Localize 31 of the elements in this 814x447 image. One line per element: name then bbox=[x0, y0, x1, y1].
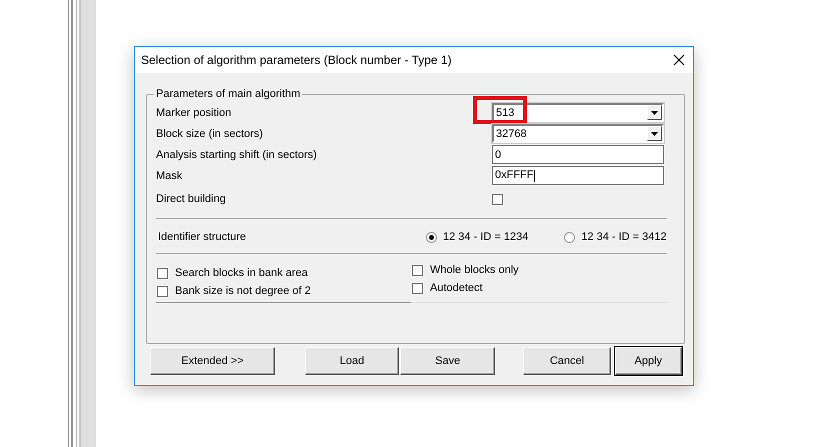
dialog-button[interactable]: Cancel bbox=[523, 347, 611, 375]
radio-label: 12 34 - ID = 3412 bbox=[581, 231, 667, 243]
checkbox-label: Whole blocks only bbox=[430, 264, 519, 276]
dropdown[interactable]: 32768 bbox=[492, 124, 664, 143]
dialog-button[interactable]: Extended >> bbox=[150, 347, 275, 375]
close-icon[interactable] bbox=[673, 54, 685, 66]
checkbox-label: Autodetect bbox=[430, 282, 483, 294]
dialog-button[interactable]: Save bbox=[400, 347, 496, 375]
checkbox[interactable] bbox=[412, 264, 423, 276]
field-label: Direct building bbox=[156, 193, 227, 205]
field-label: Identifier structure bbox=[158, 231, 248, 243]
group-title: Parameters of main algorithm bbox=[155, 88, 302, 100]
radio-label: 12 34 - ID = 1234 bbox=[443, 231, 528, 243]
input-field[interactable]: 0xFFFF bbox=[492, 166, 664, 185]
radio-button[interactable] bbox=[564, 232, 576, 242]
input-field[interactable]: 0 bbox=[492, 145, 664, 164]
checkbox-label: Search blocks in bank area bbox=[175, 267, 308, 279]
checkbox[interactable] bbox=[157, 268, 168, 278]
checkbox[interactable] bbox=[492, 194, 503, 204]
field-label: Analysis starting shift (in sectors) bbox=[156, 148, 318, 160]
checkbox[interactable] bbox=[412, 282, 423, 294]
window-title: Selection of algorithm parameters (Block number - Type 1) bbox=[141, 53, 453, 67]
radio-button[interactable] bbox=[426, 232, 437, 242]
checkbox-label: Bank size is not degree of 2 bbox=[175, 285, 311, 297]
checkbox[interactable] bbox=[157, 286, 168, 296]
field-label: Mask bbox=[156, 170, 184, 182]
field-label: Marker position bbox=[156, 106, 232, 118]
field-label: Block size (in sectors) bbox=[156, 128, 264, 140]
dialog-button[interactable]: Apply bbox=[614, 347, 682, 375]
dialog-button[interactable]: Load bbox=[304, 347, 400, 375]
dropdown[interactable]: 513 bbox=[492, 103, 664, 122]
